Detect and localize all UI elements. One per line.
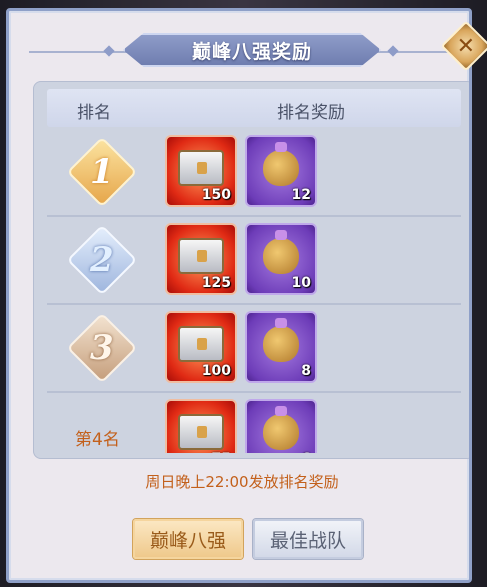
- title-ornament-left: [103, 45, 115, 57]
- table-header: 排名 排名奖励: [47, 89, 461, 127]
- item-count: 100: [201, 363, 231, 379]
- money-bag-icon: [263, 142, 299, 187]
- chest-icon: [178, 150, 224, 187]
- item-count: 8: [301, 363, 311, 379]
- header-reward: 排名奖励: [277, 103, 345, 123]
- table-row: 1 150 12: [47, 129, 461, 215]
- title-banner: 巅峰八强奖励: [123, 33, 381, 67]
- chest-reward-item[interactable]: 75: [165, 399, 237, 453]
- rank-2-badge-icon: 2: [66, 224, 138, 296]
- table-row: 2 125 10: [47, 217, 461, 303]
- money-bag-icon: [263, 230, 299, 275]
- chest-reward-item[interactable]: 100: [165, 311, 237, 383]
- rank-4-label: 第4名: [75, 430, 120, 450]
- money-bag-icon: [263, 318, 299, 363]
- chest-icon: [178, 326, 224, 363]
- tab-top-eight-button[interactable]: 巅峰八强: [133, 519, 243, 559]
- reward-notice: 周日晚上22:00发放排名奖励: [145, 473, 339, 491]
- rank-3-badge-icon: 3: [66, 312, 138, 384]
- item-count: 12: [291, 187, 311, 203]
- table-row: 第4名 75 6: [47, 393, 461, 453]
- item-count: 10: [291, 275, 311, 291]
- rank-1-badge-icon: 1: [66, 136, 138, 208]
- chest-icon: [178, 414, 224, 451]
- money-bag-icon: [263, 406, 299, 451]
- reward-table: 排名 排名奖励 1 150 12 2 125 10 3 100 8 第4名: [33, 81, 469, 459]
- header-rank: 排名: [77, 103, 111, 123]
- chest-reward-item[interactable]: 150: [165, 135, 237, 207]
- bag-reward-item[interactable]: 6: [245, 399, 317, 453]
- item-count: 150: [201, 187, 231, 203]
- item-count: 6: [301, 451, 311, 453]
- chest-icon: [178, 238, 224, 275]
- reward-dialog: 巅峰八强奖励 排名 排名奖励 1 150 12 2 125 10 3 100 8…: [6, 8, 472, 583]
- table-row: 3 100 8: [47, 305, 461, 391]
- bag-reward-item[interactable]: 10: [245, 223, 317, 295]
- tab-best-team-button[interactable]: 最佳战队: [253, 519, 363, 559]
- chest-reward-item[interactable]: 125: [165, 223, 237, 295]
- close-icon: ✕: [456, 33, 476, 59]
- item-count: 75: [212, 451, 231, 453]
- bag-reward-item[interactable]: 12: [245, 135, 317, 207]
- bag-reward-item[interactable]: 8: [245, 311, 317, 383]
- title-ornament-right: [387, 45, 399, 57]
- item-count: 125: [201, 275, 231, 291]
- dialog-title: 巅峰八强奖励: [191, 40, 312, 63]
